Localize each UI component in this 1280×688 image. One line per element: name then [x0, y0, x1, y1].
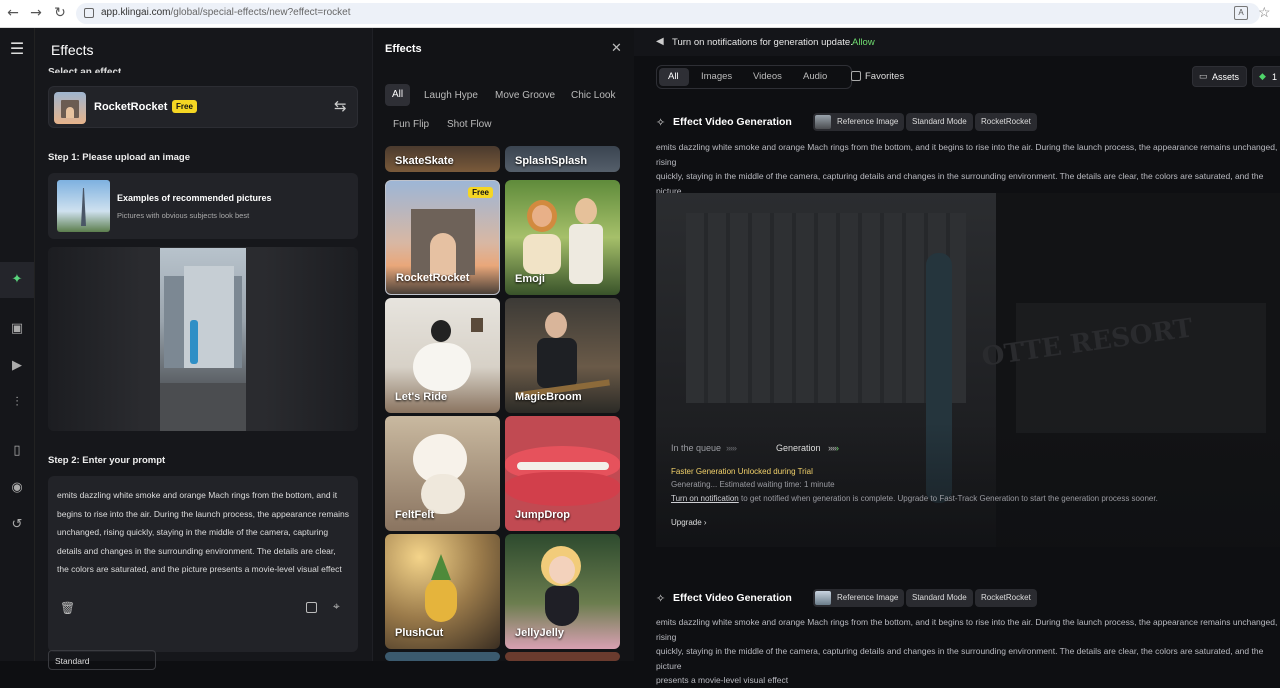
panel-title: Effects [51, 42, 94, 58]
audio-icon[interactable]: ⫶ [6, 392, 28, 414]
effects-gallery-title: Effects [385, 43, 422, 55]
back-icon[interactable]: ← [4, 5, 22, 21]
examples-card: Examples of recommended pictures Picture… [48, 173, 358, 239]
speaker-icon: ◀ [656, 36, 664, 47]
chip-effect-name: RocketRocket [975, 589, 1037, 607]
effect-tile-jellyjelly[interactable]: JellyJelly [505, 534, 620, 649]
left-rail: ☰ ✦ ▣ ▶ ⫶ ▯ ◉ ↺ [0, 28, 35, 661]
favorites-label: Favorites [865, 71, 905, 82]
history-icon[interactable]: ↺ [6, 514, 28, 536]
effect-tile-skate[interactable]: SkateSkate [385, 146, 500, 172]
generation-arrows: ››››› [828, 443, 839, 453]
generating-status: Generating... Estimated waiting time: 1 … [671, 480, 835, 489]
effect-tile-next-1[interactable] [385, 652, 500, 661]
folder-icon: ▭ [1199, 71, 1208, 81]
free-badge: Free [172, 100, 197, 113]
favorites-checkbox[interactable] [851, 71, 861, 81]
close-icon[interactable]: ✕ [611, 41, 622, 56]
chip-reference-image: Reference Image [813, 113, 905, 131]
effect-tile-lets-ride[interactable]: Let's Ride [385, 298, 500, 413]
filter-images[interactable]: Images [701, 71, 732, 82]
queue-label: In the queue [671, 443, 722, 453]
trash-icon[interactable]: 🗑 [60, 601, 75, 615]
eiffel-example-image [57, 180, 110, 232]
credit-icon: ◆ [1259, 71, 1266, 81]
site-info-icon[interactable] [84, 8, 94, 18]
tab-fun-flip[interactable]: Fun Flip [393, 119, 429, 130]
filter-videos[interactable]: Videos [753, 71, 782, 82]
effects-icon: ✧ [656, 592, 666, 605]
video-icon[interactable]: ▶ [6, 355, 28, 377]
browser-toolbar: ← → ↻ app.klingai.com/global/special-eff… [0, 0, 1280, 28]
effect-tile-splash[interactable]: SplashSplash [505, 146, 620, 172]
generation-title: Effect Video Generation [673, 592, 792, 604]
chip-standard-mode: Standard Mode [906, 113, 973, 131]
selected-effect-card[interactable]: RocketRocket Free ⇆ [48, 86, 358, 128]
generation-preview: OTTE RESORT In the queue ››››› Generatio… [656, 193, 1280, 547]
effect-tile-magicbroom[interactable]: MagicBroom [505, 298, 620, 413]
menu-icon[interactable]: ☰ [6, 38, 28, 60]
effect-settings-panel: Effects Select an effect RocketRocket Fr… [35, 28, 372, 670]
tab-move-groove[interactable]: Move Groove [495, 90, 555, 101]
translate-icon[interactable]: A [1234, 6, 1248, 20]
chip-reference-image: Reference Image [813, 589, 905, 607]
tab-all[interactable]: All [385, 84, 411, 106]
image-icon[interactable]: ▣ [6, 318, 28, 340]
effects-gallery: Effects ✕ All Laugh Hype Move Groove Chi… [372, 28, 634, 661]
save-prompt-icon[interactable] [306, 602, 317, 613]
tab-shot-flow[interactable]: Shot Flow [447, 119, 491, 130]
tab-chic-look[interactable]: Chic Look [571, 90, 615, 101]
turn-on-notification-link[interactable]: Turn on notification [671, 494, 739, 503]
generation-label: Generation [776, 443, 821, 453]
selected-effect-name: RocketRocket [94, 101, 168, 113]
swap-icon[interactable]: ⇆ [334, 97, 347, 115]
notification-hint: Turn on notification to get notified whe… [671, 494, 1158, 503]
examples-title: Examples of recommended pictures [117, 193, 272, 203]
uploaded-image-area[interactable] [48, 247, 358, 431]
free-badge: Free [468, 187, 493, 198]
effects-icon: ✧ [656, 116, 666, 129]
device-icon[interactable]: ▯ [6, 440, 28, 462]
select-effect-label: Select an effect [48, 67, 122, 73]
credits-button[interactable]: ◆ 1 [1252, 66, 1280, 87]
eye-icon[interactable]: ◉ [6, 477, 28, 499]
queue-arrows: ››››› [726, 443, 737, 453]
reload-icon[interactable]: ↻ [51, 5, 69, 21]
effect-tile-feltfelt[interactable]: FeltFelt [385, 416, 500, 531]
generation-prompt: emits dazzling white smoke and orange Ma… [656, 617, 1278, 685]
effects-icon[interactable]: ✦ [6, 269, 28, 291]
forward-icon[interactable]: → [27, 5, 45, 21]
step1-label: Step 1: Please upload an image [48, 152, 191, 163]
faster-generation-text: Faster Generation Unlocked during Trial [671, 467, 813, 476]
examples-subtitle: Pictures with obvious subjects look best [117, 211, 250, 220]
tab-laugh-hype[interactable]: Laugh Hype [424, 90, 478, 101]
url-text[interactable]: app.klingai.com/global/special-effects/n… [101, 7, 351, 18]
generation-title: Effect Video Generation [673, 116, 792, 128]
rocket-thumbnail [54, 92, 86, 124]
effect-tile-rocketrocket[interactable]: Free RocketRocket [385, 180, 500, 295]
upgrade-link[interactable]: Upgrade › [671, 518, 707, 527]
effect-tile-next-2[interactable] [505, 652, 620, 661]
filter-audio[interactable]: Audio [803, 71, 827, 82]
assets-button[interactable]: ▭ Assets [1192, 66, 1247, 87]
effect-tile-plushcut[interactable]: PlushCut [385, 534, 500, 649]
notification-bar: ◀ Turn on notifications for generation u… [634, 28, 1280, 56]
notification-text: Turn on notifications for generation upd… [672, 37, 853, 48]
effect-tile-emoji[interactable]: Emoji [505, 180, 620, 295]
generation-panel: ◀ Turn on notifications for generation u… [634, 28, 1280, 685]
step2-label: Step 2: Enter your prompt [48, 455, 166, 466]
filter-all[interactable]: All [668, 71, 679, 82]
uploaded-photo [160, 248, 246, 431]
chip-standard-mode: Standard Mode [906, 589, 973, 607]
mode-select[interactable]: Standard [48, 650, 156, 670]
chip-effect-name: RocketRocket [975, 113, 1037, 131]
prompt-text[interactable]: emits dazzling white smoke and orange Ma… [57, 486, 349, 579]
effect-tile-jumpdrop[interactable]: JumpDrop [505, 416, 620, 531]
bookmark-star-icon[interactable]: ☆ [1258, 4, 1271, 21]
location-pin-icon[interactable]: ⌖ [333, 599, 340, 614]
prompt-box[interactable]: emits dazzling white smoke and orange Ma… [48, 476, 358, 652]
allow-link[interactable]: Allow [852, 37, 875, 48]
